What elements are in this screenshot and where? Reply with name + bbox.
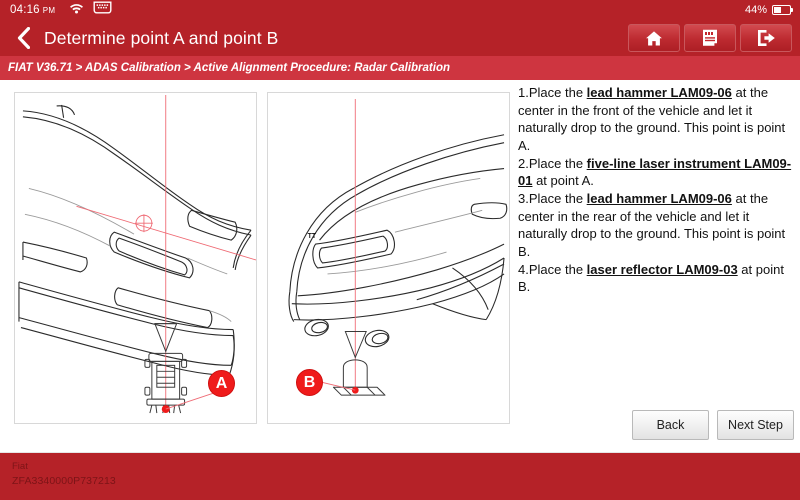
home-icon [646,30,662,45]
status-ampm: PM [42,5,56,15]
battery-percent: 44% [744,4,767,16]
front-vehicle-diagram: A [14,92,257,424]
vci-connector-icon [93,1,112,19]
back-chevron-icon [17,27,30,49]
titlebar-actions [628,24,792,52]
svg-text:TT: TT [308,233,317,240]
instruction-item: 1.Place the lead hammer LAM09-06 at the … [518,84,796,155]
adas-report-icon [703,29,717,46]
title-bar: Determine point A and point B [0,20,800,56]
back-button[interactable] [8,20,38,56]
wifi-icon [69,1,84,19]
marker-b: B [296,369,323,396]
instruction-pre: Place the [528,85,587,100]
vehicle-make: Fiat [12,461,28,472]
instruction-number: 2. [518,155,529,171]
exit-icon [757,30,775,46]
instruction-number: 4. [518,261,529,277]
breadcrumb: FIAT V36.71 > ADAS Calibration > Active … [0,56,800,80]
marker-a: A [208,370,235,397]
battery-icon [772,5,794,15]
instruction-item: 2.Place the five-line laser instrument L… [518,155,796,190]
status-time: 04:16 [10,4,40,16]
status-bar: 04:16 PM 44% [0,0,800,20]
next-step-button[interactable]: Next Step [717,410,794,440]
adas-report-button[interactable] [684,24,736,52]
exit-button[interactable] [740,24,792,52]
content-area: A TT B 1.Place the lead hammer LAM09-06 … [0,80,800,452]
footer-button-row: Back Next Step [632,410,794,440]
vehicle-info-footer: Fiat ZFA3340000P737213 [0,452,800,500]
page-title: Determine point A and point B [44,27,279,48]
instruction-tool: lead hammer LAM09-06 [586,191,732,207]
instruction-number: 3. [518,191,529,207]
rear-vehicle-diagram: TT B [267,92,510,424]
instruction-item: 3.Place the lead hammer LAM09-06 at the … [518,190,796,261]
instruction-item: 4.Place the laser reflector LAM09-03 at … [518,261,796,296]
instruction-pre: Place the [528,155,587,171]
adas-calibration-screen: 04:16 PM 44% Determine point A and point… [0,0,800,500]
instruction-number: 1. [518,85,529,100]
diagram-panels: A TT B [14,92,510,424]
back-button-footer[interactable]: Back [632,410,709,440]
instruction-tool: laser reflector LAM09-03 [586,261,738,277]
instruction-post: at point A. [532,173,594,189]
vehicle-vin: ZFA3340000P737213 [12,474,116,487]
home-button[interactable] [628,24,680,52]
instruction-list: 1.Place the lead hammer LAM09-06 at the … [518,84,796,296]
instruction-tool: lead hammer LAM09-06 [586,85,732,100]
instruction-pre: Place the [528,191,587,207]
instruction-pre: Place the [528,261,587,277]
